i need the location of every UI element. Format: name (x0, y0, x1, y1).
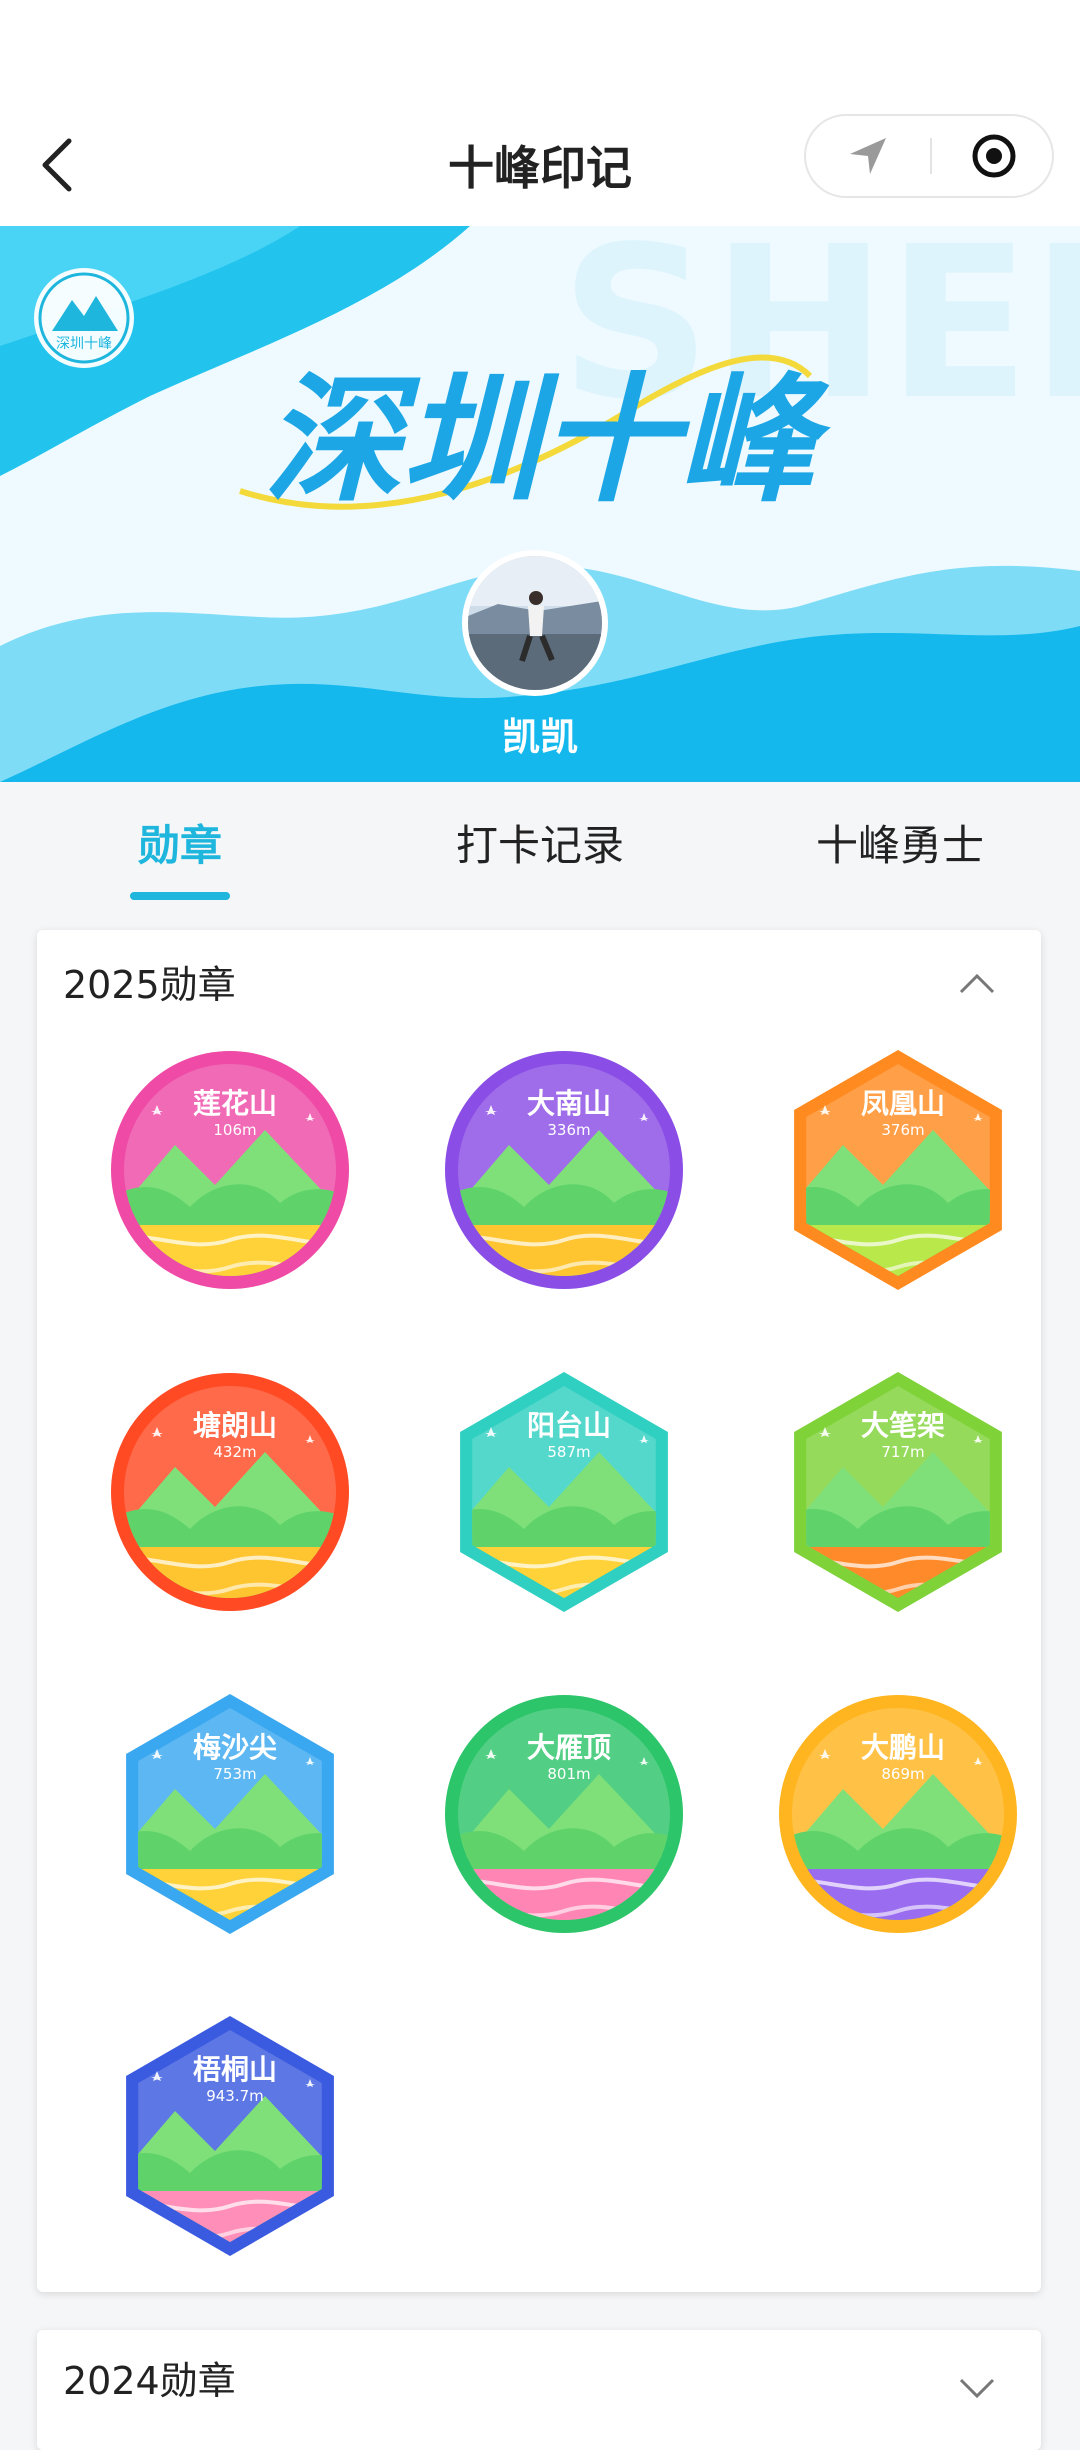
shenzhen-shifeng-logo: 深圳十峰 (34, 268, 134, 368)
medal-name: 凤凰山 (861, 1087, 945, 1120)
location-arrow-icon (850, 138, 886, 174)
avatar[interactable] (462, 550, 608, 696)
miniapp-capsule (804, 114, 1054, 198)
medal-name: 大笔架 (861, 1409, 945, 1442)
medal-altitude: 717m (881, 1443, 924, 1461)
tab-ten-peaks-warriors-label: 十峰勇士 (815, 821, 984, 870)
banner-art: SHENZHEN SHIFENG 深圳十峰 深圳十峰 (0, 226, 1080, 782)
medal-art: 凤凰山 376m (785, 1040, 1011, 1300)
medal-badge[interactable]: 阳台山 587m (429, 1357, 699, 1627)
medal-art: 阳台山 587m (451, 1362, 677, 1622)
medal-name: 莲花山 (193, 1087, 277, 1120)
medal-name: 梅沙尖 (193, 1731, 277, 1764)
medal-altitude: 801m (547, 1765, 590, 1783)
medals-section-2025: 2025勋章 莲花山 106m 大南山 336m 凤凰山 376m 塘朗山 43… (37, 930, 1041, 2292)
logo-text: 深圳十峰 (56, 336, 112, 352)
medal-art: 大雁顶 801m (436, 1686, 692, 1942)
user-nickname: 凯凯 (501, 715, 578, 759)
medal-badge[interactable]: 大鹏山 869m (763, 1679, 1033, 1949)
tab-checkin-records[interactable]: 打卡记录 (390, 812, 690, 873)
chevron-up-icon[interactable] (955, 968, 999, 998)
medal-art: 塘朗山 432m (102, 1364, 358, 1620)
banner-title: 深圳十峰 (264, 360, 831, 521)
tab-bar: 勋章 打卡记录 十峰勇士 (0, 782, 1080, 902)
target-icon (972, 134, 1016, 178)
medal-badge[interactable]: 梅沙尖 753m (95, 1679, 365, 1949)
nav-bar: 十峰印记 (0, 110, 1080, 226)
close-miniapp-button[interactable] (932, 116, 1056, 196)
medal-badge[interactable]: 梧桐山 943.7m (95, 2001, 365, 2271)
medal-badge[interactable]: 大南山 336m (429, 1035, 699, 1305)
tab-medals-label: 勋章 (137, 821, 222, 870)
medal-name: 塘朗山 (193, 1409, 277, 1442)
medal-art: 莲花山 106m (102, 1042, 358, 1298)
tab-medals[interactable]: 勋章 (30, 812, 330, 900)
medal-altitude: 336m (547, 1121, 590, 1139)
medal-badge[interactable]: 莲花山 106m (95, 1035, 365, 1305)
medal-name: 大鹏山 (861, 1731, 945, 1764)
medal-art: 大鹏山 869m (770, 1686, 1026, 1942)
medal-altitude: 432m (213, 1443, 256, 1461)
medal-altitude: 943.7m (206, 2087, 264, 2105)
tab-active-indicator (130, 892, 230, 900)
medal-altitude: 106m (213, 1121, 256, 1139)
medal-badge[interactable]: 凤凰山 376m (763, 1035, 1033, 1305)
medal-altitude: 869m (881, 1765, 924, 1783)
medal-altitude: 376m (881, 1121, 924, 1139)
section-title: 2025勋章 (63, 963, 236, 1007)
medal-altitude: 753m (213, 1765, 256, 1783)
medals-section-2024: 2024勋章 (37, 2330, 1041, 2450)
medal-badge[interactable]: 大笔架 717m (763, 1357, 1033, 1627)
medal-art: 大南山 336m (436, 1042, 692, 1298)
medal-art: 大笔架 717m (785, 1362, 1011, 1622)
medal-altitude: 587m (547, 1443, 590, 1461)
medal-name: 大雁顶 (527, 1731, 611, 1764)
medal-art: 梅沙尖 753m (117, 1684, 343, 1944)
tab-checkin-records-label: 打卡记录 (455, 821, 624, 870)
profile-banner: SHENZHEN SHIFENG 深圳十峰 深圳十峰 (0, 226, 1080, 782)
medal-name: 阳台山 (527, 1409, 611, 1442)
tab-ten-peaks-warriors[interactable]: 十峰勇士 (750, 812, 1050, 873)
status-bar (0, 0, 1080, 110)
medal-badge[interactable]: 大雁顶 801m (429, 1679, 699, 1949)
medal-name: 梧桐山 (193, 2053, 277, 2086)
avatar-photo (468, 556, 602, 690)
section-title: 2024勋章 (63, 2359, 236, 2403)
medal-name: 大南山 (527, 1087, 611, 1120)
medal-art: 梧桐山 943.7m (117, 2006, 343, 2266)
medal-badge[interactable]: 塘朗山 432m (95, 1357, 365, 1627)
location-button[interactable] (806, 116, 930, 196)
